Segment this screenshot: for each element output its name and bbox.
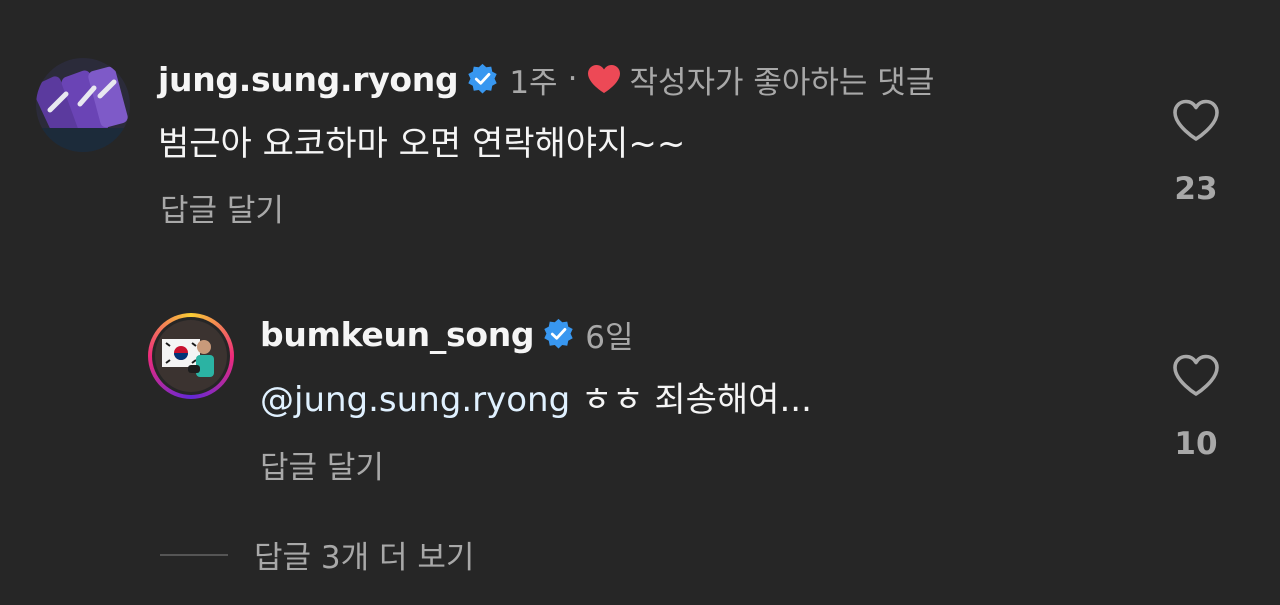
divider-line	[160, 553, 228, 556]
username[interactable]: jung.sung.ryong	[158, 60, 459, 99]
heart-icon[interactable]	[1172, 354, 1220, 398]
reply-button[interactable]: 답글 달기	[160, 185, 284, 230]
reply-button[interactable]: 답글 달기	[260, 442, 384, 487]
avatar[interactable]	[148, 313, 234, 399]
reply-header: bumkeun_song 6일	[260, 312, 634, 357]
verified-badge-icon	[466, 63, 499, 96]
like-count[interactable]: 10	[1166, 426, 1226, 462]
author-heart-icon	[587, 64, 621, 94]
like-column: 10	[1166, 354, 1226, 462]
comment-time[interactable]: 6일	[585, 312, 633, 357]
verified-badge-icon	[542, 318, 575, 351]
view-more-replies[interactable]: 답글 3개 더 보기	[160, 532, 474, 577]
view-more-replies-label[interactable]: 답글 3개 더 보기	[254, 532, 474, 577]
like-count[interactable]: 23	[1166, 171, 1226, 207]
author-liked-label: 작성자가 좋아하는 댓글	[629, 64, 935, 101]
comment-text: @jung.sung.ryong ㅎㅎ 죄송해여...	[260, 372, 812, 421]
comment-text: 범근아 요코하마 오면 연락해야지~~	[158, 124, 686, 164]
avatar[interactable]	[36, 58, 130, 152]
mention-link[interactable]: @jung.sung.ryong	[260, 380, 570, 420]
username[interactable]: bumkeun_song	[260, 315, 535, 354]
comment-body: ㅎㅎ 죄송해여...	[570, 380, 812, 420]
comment-time[interactable]: 1주	[509, 57, 557, 102]
heart-icon[interactable]	[1172, 99, 1220, 143]
separator-dot: ·	[567, 61, 578, 97]
like-column: 23	[1166, 99, 1226, 207]
comment-header: jung.sung.ryong 1주 · 작성자가 좋아하는 댓글	[158, 57, 935, 102]
